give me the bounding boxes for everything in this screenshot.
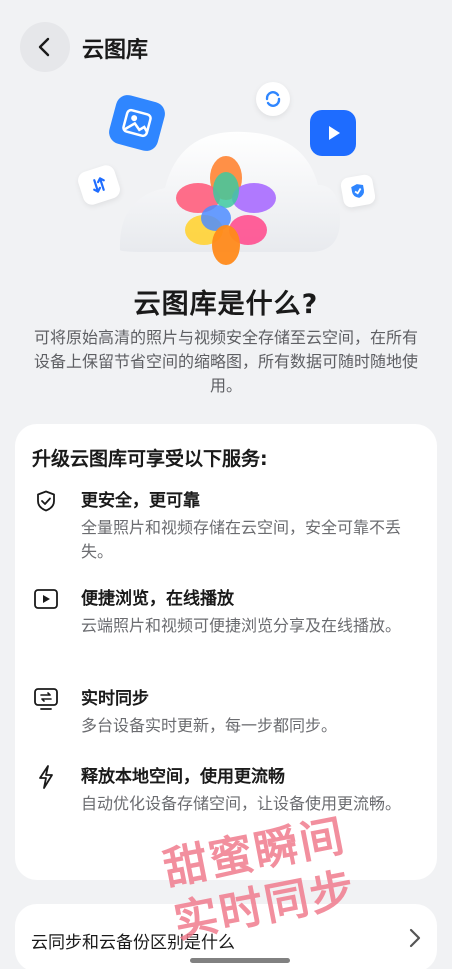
hero-illustration xyxy=(0,80,452,280)
description: 可将原始高清的照片与视频安全存储至云空间，在所有设备上保留节省空间的缩略图，所有… xyxy=(33,328,418,395)
refresh-icon xyxy=(256,82,290,116)
play-icon xyxy=(33,586,59,612)
feature-desc: 云端照片和视频可便捷浏览分享及在线播放。 xyxy=(81,616,402,635)
headline: 云图库是什么? xyxy=(133,289,319,320)
lightning-icon xyxy=(33,764,59,790)
chevron-left-icon xyxy=(38,37,50,57)
screen: 云图库 云图库是什么? 可将原始高清的照片与视频安全存储至云空间，在所有设备上保… xyxy=(0,0,452,969)
cloud-illustration xyxy=(119,131,340,265)
feature-title: 更安全，更可靠 xyxy=(81,491,200,511)
feature-title: 释放本地空间，使用更流畅 xyxy=(81,767,285,787)
back-button[interactable] xyxy=(20,22,70,72)
page-title: 云图库 xyxy=(82,38,149,63)
chevron-right-icon xyxy=(409,928,421,948)
feature-desc: 多台设备实时更新，每一步都同步。 xyxy=(81,716,338,735)
services-title: 升级云图库可享受以下服务: xyxy=(32,448,268,470)
feature-desc: 全量照片和视频存储在云空间，安全可靠不丢失。 xyxy=(81,518,402,561)
shield-check-icon xyxy=(33,488,59,514)
video-play-icon xyxy=(310,110,356,156)
shield-icon xyxy=(339,173,377,209)
feature-title: 实时同步 xyxy=(81,689,149,709)
home-indicator[interactable] xyxy=(190,958,290,963)
sync-icon xyxy=(33,686,59,712)
feature-title: 便捷浏览，在线播放 xyxy=(81,589,234,609)
